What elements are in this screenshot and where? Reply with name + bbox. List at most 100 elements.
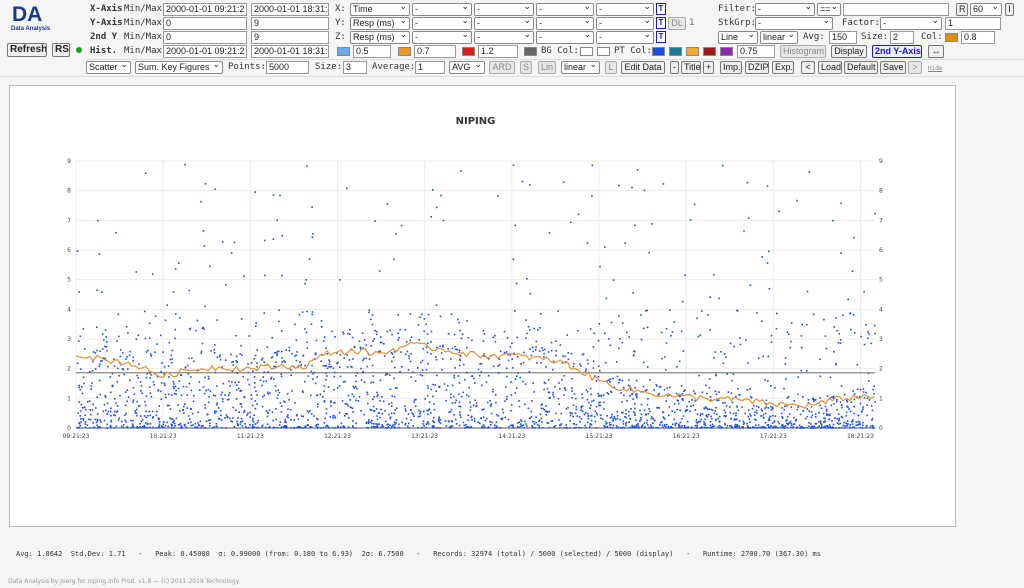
title-increase-button[interactable]: + bbox=[703, 61, 714, 74]
threshold2-color-swatch[interactable] bbox=[398, 47, 411, 56]
xaxis-min-input[interactable]: 2000-01-01 09:21:2 bbox=[163, 3, 247, 16]
threshold2-input[interactable]: 0.7 bbox=[414, 45, 456, 58]
line-opacity-input[interactable]: 0.8 bbox=[961, 31, 995, 44]
scatter-point bbox=[618, 347, 620, 350]
scale-select[interactable]: linear bbox=[561, 61, 600, 74]
threshold1-input[interactable]: 0.5 bbox=[353, 45, 391, 58]
line-color-swatch[interactable] bbox=[945, 33, 958, 42]
avg-input[interactable]: 150 bbox=[829, 31, 857, 44]
second-y-axis-button[interactable]: 2nd Y-Axis bbox=[872, 45, 922, 58]
x-sub-select-3[interactable]: - bbox=[536, 3, 594, 16]
scatter-point bbox=[818, 411, 820, 414]
r-button[interactable]: R bbox=[956, 3, 968, 16]
pt-opacity-input[interactable]: 0.75 bbox=[737, 45, 775, 58]
import-button[interactable]: Imp. bbox=[720, 61, 742, 74]
y2-max-input[interactable]: 9 bbox=[251, 31, 329, 44]
y-sub-select-3[interactable]: - bbox=[536, 17, 594, 30]
hist-min-input[interactable]: 2000-01-01 09:21:2 bbox=[163, 45, 247, 58]
load-button[interactable]: Load bbox=[818, 61, 842, 74]
scatter-point bbox=[316, 376, 318, 378]
title-decrease-button[interactable]: - bbox=[670, 61, 679, 74]
filter-operator-select[interactable]: == bbox=[817, 3, 841, 16]
edit-data-button[interactable]: Edit Data bbox=[621, 61, 665, 74]
threshold4-color-swatch[interactable] bbox=[524, 47, 537, 56]
pt-color-swatch-2[interactable] bbox=[669, 47, 682, 56]
histogram-button[interactable]: Histogram bbox=[780, 45, 826, 58]
save-button[interactable]: Save bbox=[880, 61, 906, 74]
scatter-point bbox=[535, 346, 537, 348]
next-config-button[interactable]: > bbox=[908, 61, 922, 74]
z-sub-select-4[interactable]: - bbox=[596, 31, 654, 44]
filter-value-input[interactable] bbox=[843, 3, 949, 16]
y-sub-select-4[interactable]: - bbox=[596, 17, 654, 30]
scatter-point bbox=[859, 388, 862, 391]
xaxis-max-input[interactable]: 2000-01-01 18:31:4 bbox=[251, 3, 329, 16]
line-scale-select[interactable]: linear bbox=[760, 31, 798, 44]
pt-color-swatch-5[interactable] bbox=[720, 47, 733, 56]
plot-panel[interactable]: NIPING 0 0 1 1 2 2 3 3 4 4 5 5 6 6 7 7 8 8 9 9 09:21:23 10:21:… bbox=[9, 85, 956, 527]
bg-color-swatch-1[interactable] bbox=[580, 47, 593, 56]
chart-type-select[interactable]: Scatter bbox=[86, 61, 131, 74]
yaxis-max-input[interactable]: 9 bbox=[251, 17, 329, 30]
scatter-point bbox=[718, 420, 721, 423]
pt-color-swatch-3[interactable] bbox=[686, 47, 699, 56]
x-sub-select-1[interactable]: - bbox=[412, 3, 472, 16]
i-button[interactable]: I bbox=[1005, 3, 1014, 16]
yaxis-min-input[interactable]: 0 bbox=[163, 17, 247, 30]
points-input[interactable]: 5000 bbox=[266, 61, 309, 74]
factor-select[interactable]: - bbox=[880, 17, 942, 30]
y-sub-select-2[interactable]: - bbox=[474, 17, 534, 30]
y2-min-input[interactable]: 0 bbox=[163, 31, 247, 44]
filter-select[interactable]: - bbox=[755, 3, 815, 16]
x-field-select[interactable]: Time bbox=[350, 3, 410, 16]
threshold1-color-swatch[interactable] bbox=[337, 47, 350, 56]
pt-color-swatch-4[interactable] bbox=[703, 47, 716, 56]
refresh-button[interactable]: Refresh bbox=[7, 43, 47, 57]
z-t-button[interactable]: T bbox=[656, 31, 666, 43]
point-size-input[interactable]: 3 bbox=[343, 61, 367, 74]
line-type-select[interactable]: Line bbox=[718, 31, 758, 44]
export-button[interactable]: Exp. bbox=[772, 61, 794, 74]
hist-max-input[interactable]: 2000-01-01 18:31:4 bbox=[251, 45, 329, 58]
default-button[interactable]: Default bbox=[844, 61, 878, 74]
l-button[interactable]: L bbox=[605, 61, 617, 74]
aggregation-select[interactable]: Sum. Key Figures bbox=[135, 61, 223, 74]
scatter-point bbox=[564, 355, 566, 358]
z-sub-select-1[interactable]: - bbox=[412, 31, 472, 44]
z-sub-select-3[interactable]: - bbox=[536, 31, 594, 44]
dzip-button[interactable]: DZIP bbox=[745, 61, 769, 74]
y-t-button[interactable]: T bbox=[656, 17, 666, 29]
line-size-input[interactable]: 2 bbox=[890, 31, 914, 44]
expand-arrows-button[interactable]: ↔ bbox=[928, 45, 944, 58]
threshold3-input[interactable]: 1.2 bbox=[478, 45, 518, 58]
z-field-select[interactable]: Resp (ms) bbox=[350, 31, 410, 44]
factor-input[interactable]: 1 bbox=[945, 17, 1001, 30]
title-button[interactable]: Title bbox=[681, 61, 701, 74]
scatter-point bbox=[245, 426, 247, 428]
display-button[interactable]: Display bbox=[831, 45, 867, 58]
z-sub-select-2[interactable]: - bbox=[474, 31, 534, 44]
x-sub-select-4[interactable]: - bbox=[596, 3, 654, 16]
s-button[interactable]: S bbox=[520, 61, 532, 74]
x-t-button[interactable]: T bbox=[656, 3, 666, 15]
dl-button[interactable]: DL bbox=[668, 17, 686, 30]
chart-svg[interactable]: NIPING0 01 12 23 34 45 56 67 78 89 909:21:23 10:21:… bbox=[10, 86, 955, 526]
hide-link[interactable]: Hide bbox=[928, 62, 942, 75]
pt-color-swatch-1[interactable] bbox=[652, 47, 665, 56]
rs-button[interactable]: RS bbox=[52, 43, 70, 57]
scatter-point bbox=[628, 410, 630, 413]
y-field-select[interactable]: Resp (ms) bbox=[350, 17, 410, 30]
scatter-point bbox=[117, 419, 120, 421]
stkgrp-select[interactable]: - bbox=[755, 17, 833, 30]
average-input[interactable]: 1 bbox=[415, 61, 445, 74]
x-sub-select-2[interactable]: - bbox=[474, 3, 534, 16]
lin-button[interactable]: Lin bbox=[538, 61, 556, 74]
y-sub-select-1[interactable]: - bbox=[412, 17, 472, 30]
r-interval-select[interactable]: 60 bbox=[970, 3, 1002, 16]
threshold3-color-swatch[interactable] bbox=[462, 47, 475, 56]
average-type-select[interactable]: AVG bbox=[449, 61, 485, 74]
prev-config-button[interactable]: < bbox=[801, 61, 815, 74]
bg-color-swatch-2[interactable] bbox=[597, 47, 610, 56]
ard-button[interactable]: ARD bbox=[489, 61, 515, 74]
scatter-point bbox=[646, 326, 649, 329]
